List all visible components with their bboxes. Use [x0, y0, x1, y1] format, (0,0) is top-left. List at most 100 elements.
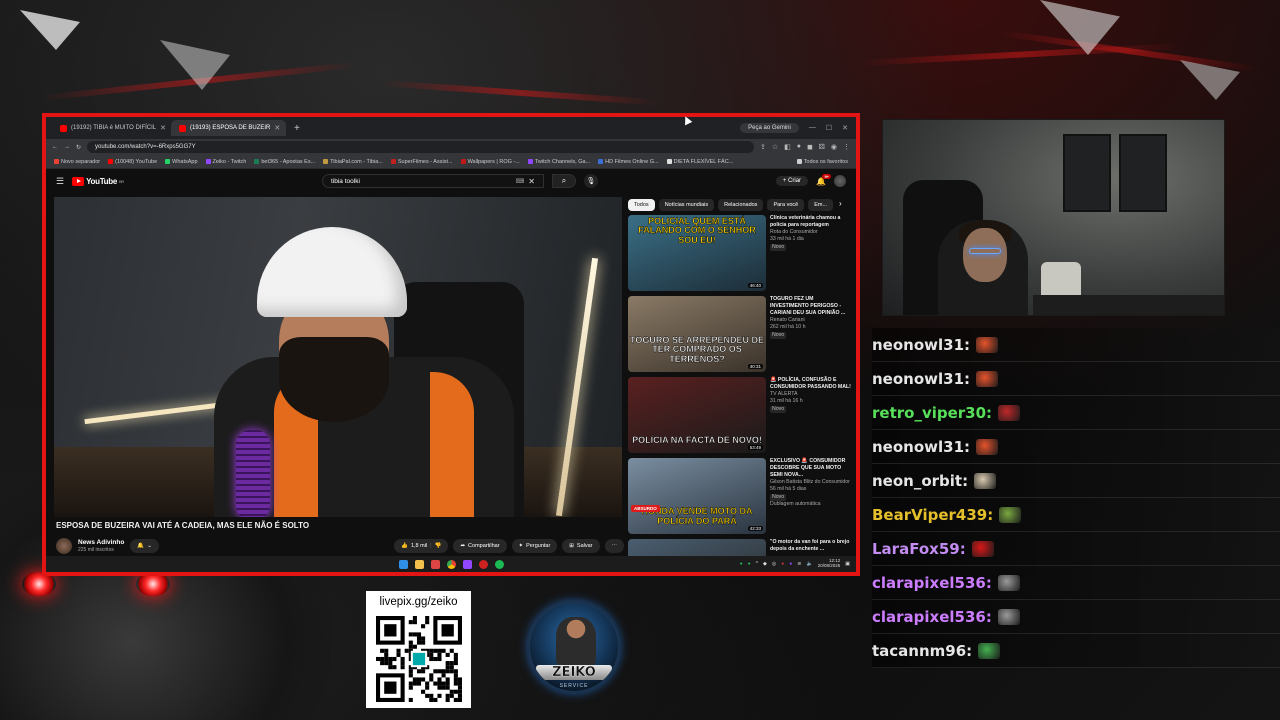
chat-username[interactable]: neonowl31: [872, 336, 970, 354]
new-badge: Novo [770, 244, 787, 252]
subscribe-bell-button[interactable]: 🔔 ⌄ [130, 539, 159, 553]
ask-button[interactable]: ✦ Perguntar [511, 539, 558, 553]
chat-username[interactable]: neonowl31: [872, 438, 970, 456]
recommended-video[interactable]: POLICIAL QUEM ESTÁ FALANDO COM O SENHOR … [628, 215, 852, 296]
chat-username[interactable]: BearViper439: [872, 506, 993, 524]
notifications-icon[interactable]: ▣ [845, 561, 850, 567]
bookmark-item[interactable]: Novo separador [54, 159, 100, 165]
keyboard-icon[interactable]: ⌨ [516, 178, 525, 185]
back-icon[interactable]: ← [52, 144, 58, 150]
app-icon[interactable] [430, 559, 440, 569]
search-input[interactable]: tibia toolki ⌨ ✕ [321, 174, 544, 188]
youtube-logo[interactable]: YouTube BR [72, 176, 124, 186]
maximize-icon[interactable]: ☐ [826, 124, 832, 132]
obs-icon[interactable] [478, 559, 488, 569]
wifi-icon[interactable]: ≋ [797, 561, 801, 567]
notifications-bell-icon[interactable]: 🔔 9+ [816, 173, 831, 186]
voice-search-button[interactable]: 🎙 [583, 174, 598, 188]
channel-avatar[interactable] [56, 538, 72, 554]
chat-username[interactable]: clarapixel536: [872, 574, 992, 592]
tray-icon[interactable]: ◎ [772, 561, 776, 567]
chip-for-you[interactable]: Para você [767, 199, 805, 211]
chat-username[interactable]: neon_orbit: [872, 472, 968, 490]
bookmark-item[interactable]: bet365 - Apostas Es... [254, 159, 315, 165]
search-button[interactable]: ⌕ [551, 174, 576, 188]
share-page-icon[interactable]: ⇪ [760, 143, 766, 151]
new-tab-button[interactable]: + [290, 123, 304, 134]
close-window-icon[interactable]: ✕ [842, 124, 848, 132]
chevron-right-icon[interactable]: › [837, 199, 844, 211]
video-thumbnail[interactable]: POLICIAL QUEM ESTÁ FALANDO COM O SENHOR … [628, 215, 766, 291]
channel-name[interactable]: News Adivinho [78, 539, 124, 546]
hamburger-menu-icon[interactable]: ☰ [56, 176, 64, 187]
recommended-video[interactable]: POLÍCIA NA FACTA DE NOVO! 53:49 🚨 POLÍCIA,… [628, 377, 852, 458]
bookmark-item[interactable]: HD Filmes Online G... [598, 159, 659, 165]
chip-related[interactable]: Relacionados [718, 199, 764, 211]
tray-icon[interactable]: ● [781, 561, 784, 567]
gemini-button[interactable]: Peça ao Gemini [740, 123, 799, 133]
bookmark-item[interactable]: Wallpapers | ROG -... [460, 159, 520, 165]
forward-icon[interactable]: → [64, 144, 70, 150]
browser-tab-active[interactable]: (19193) ESPOSA DE BUZEIR ✕ [171, 120, 286, 136]
close-icon[interactable]: ✕ [160, 124, 166, 132]
browser-tab[interactable]: (19192) TIBIA é MUITO DIFÍCIL ✕ [52, 120, 167, 136]
chevron-up-icon[interactable]: ^ [756, 561, 758, 567]
chat-username[interactable]: LaraFox59: [872, 540, 966, 558]
close-icon[interactable]: ✕ [274, 124, 280, 132]
url-input[interactable]: youtube.com/watch?v=-6Rxps5GG7Y [87, 141, 754, 153]
video-thumbnail[interactable]: TOGURO SE ARREPENDEU DE TER COMPRADO OS … [628, 296, 766, 372]
bookmark-item[interactable]: TibiaPal.com - Tibia... [323, 159, 383, 165]
chat-username[interactable]: neonowl31: [872, 370, 970, 388]
video-thumbnail[interactable]: POLÍCIA NA FACTA DE NOVO! 53:49 [628, 377, 766, 453]
chat-emote-icon [998, 404, 1021, 421]
extension-icon[interactable]: ◼ [807, 143, 813, 151]
profile-icon[interactable]: ◉ [831, 143, 837, 151]
clear-search-icon[interactable]: ✕ [528, 177, 535, 186]
reload-icon[interactable]: ↻ [76, 144, 81, 151]
chat-username[interactable]: tacannm96: [872, 642, 972, 660]
bookmark-item[interactable]: WhatsApp [165, 159, 198, 165]
video-title-text: EXCLUSIVO 🚨 CONSUMIDOR DESCOBRE QUE SUA … [770, 458, 846, 479]
video-player[interactable] [54, 197, 622, 517]
new-badge: Novo [770, 494, 787, 502]
bookmark-item[interactable]: DIETA FLEXÍVEL FÁC... [666, 159, 733, 165]
minimize-icon[interactable]: — [809, 124, 816, 132]
extensions-puzzle-icon[interactable]: ⚄ [819, 143, 825, 151]
bookmark-item[interactable]: Zeiko - Twitch [205, 159, 246, 165]
video-thumbnail[interactable]: HONDA VENDE MOTO DA POLÍCIA DO PARÁ ABSUR… [628, 458, 766, 534]
tray-icon[interactable]: ● [740, 561, 743, 567]
chip-more[interactable]: Em... [808, 199, 834, 211]
tray-icon[interactable]: ◆ [763, 561, 767, 567]
windows-start-icon[interactable] [398, 559, 408, 569]
create-button[interactable]: + Criar [775, 176, 809, 186]
menu-kebab-icon[interactable]: ⋮ [843, 143, 850, 151]
avatar[interactable] [834, 175, 846, 187]
chat-emote-icon [978, 642, 1001, 659]
bookmark-item[interactable]: Twitch Channels, Ga... [527, 159, 590, 165]
twitch-icon[interactable] [462, 559, 472, 569]
bookmark-item[interactable]: SuperFilmes - Assist... [390, 159, 453, 165]
file-explorer-icon[interactable] [414, 559, 424, 569]
all-bookmarks-folder[interactable]: Todos os favoritos [796, 159, 848, 165]
extension-icon[interactable]: ◧ [784, 143, 791, 151]
chip-world-news[interactable]: Notícias mundiais [658, 199, 715, 211]
chat-username[interactable]: retro_viper30: [872, 404, 992, 422]
bookmark-star-icon[interactable]: ☆ [772, 143, 778, 151]
chrome-icon[interactable] [446, 559, 456, 569]
like-button[interactable]: 👍 1,8 mil | 👎 [394, 539, 449, 553]
bookmark-item[interactable]: (10048) YouTube [108, 159, 157, 165]
volume-icon[interactable]: 🔈 [807, 561, 813, 567]
tray-icon[interactable]: ● [789, 561, 792, 567]
chip-todos[interactable]: Todos [628, 199, 655, 211]
spotify-icon[interactable] [494, 559, 504, 569]
chat-username[interactable]: clarapixel536: [872, 608, 992, 626]
save-button[interactable]: ⊞ Salvar [562, 539, 600, 553]
related-filter-chips: Todos Notícias mundiais Relacionados Par… [628, 199, 844, 211]
tray-icon[interactable]: ● [748, 561, 751, 567]
share-button[interactable]: ➦ Compartilhar [453, 539, 507, 553]
recommended-video[interactable]: TOGURO SE ARREPENDEU DE TER COMPRADO OS … [628, 296, 852, 377]
more-actions-button[interactable]: ⋯ [604, 539, 624, 553]
system-clock[interactable]: 12:12 20/08/2025 [818, 558, 841, 569]
extension-icon[interactable]: ● [797, 143, 801, 151]
recommended-video[interactable]: HONDA VENDE MOTO DA POLÍCIA DO PARÁ ABSUR… [628, 458, 852, 539]
